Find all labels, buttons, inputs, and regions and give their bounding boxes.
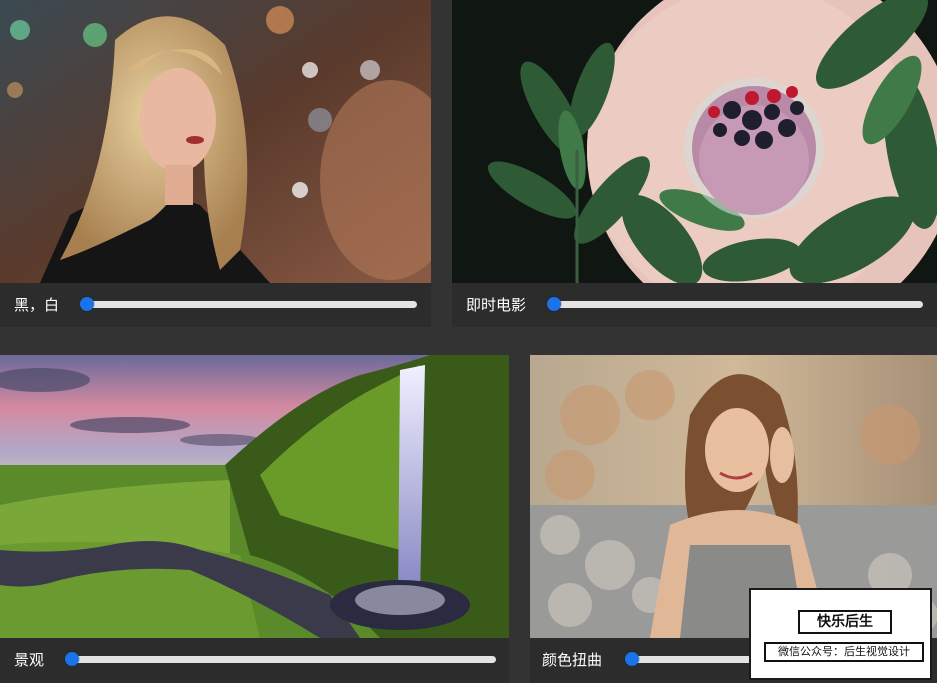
intensity-slider[interactable] bbox=[80, 297, 417, 311]
filter-control-bar: 黑，白 bbox=[0, 283, 431, 327]
filter-label: 黑，白 bbox=[14, 296, 60, 314]
filter-control-bar: 景观 bbox=[0, 638, 509, 683]
slider-thumb[interactable] bbox=[625, 652, 639, 666]
filter-gallery: 黑，白 即时电影 景观 颜色扭曲 快乐后生 微信公众号：后生视觉设计 bbox=[0, 0, 937, 683]
filter-control-bar: 即时电影 bbox=[452, 283, 937, 327]
filter-card-landscape: 景观 bbox=[0, 355, 509, 683]
watermark-title: 快乐后生 bbox=[798, 610, 892, 634]
slider-thumb[interactable] bbox=[547, 297, 561, 311]
watermark-subtitle: 微信公众号：后生视觉设计 bbox=[764, 642, 924, 662]
slider-thumb[interactable] bbox=[80, 297, 94, 311]
filter-label: 颜色扭曲 bbox=[542, 651, 603, 669]
filter-label: 即时电影 bbox=[466, 296, 527, 314]
filter-card-black-white: 黑，白 bbox=[0, 0, 431, 327]
slider-thumb[interactable] bbox=[65, 652, 79, 666]
intensity-slider[interactable] bbox=[547, 297, 923, 311]
filter-label: 景观 bbox=[14, 651, 45, 669]
preview-image-waterfall[interactable] bbox=[0, 355, 509, 638]
preview-image-portrait[interactable] bbox=[0, 0, 431, 283]
watermark-badge: 快乐后生 微信公众号：后生视觉设计 bbox=[749, 588, 932, 680]
filter-card-instant-film: 即时电影 bbox=[452, 0, 937, 327]
preview-image-smoothie[interactable] bbox=[452, 0, 937, 283]
intensity-slider[interactable] bbox=[65, 652, 496, 666]
